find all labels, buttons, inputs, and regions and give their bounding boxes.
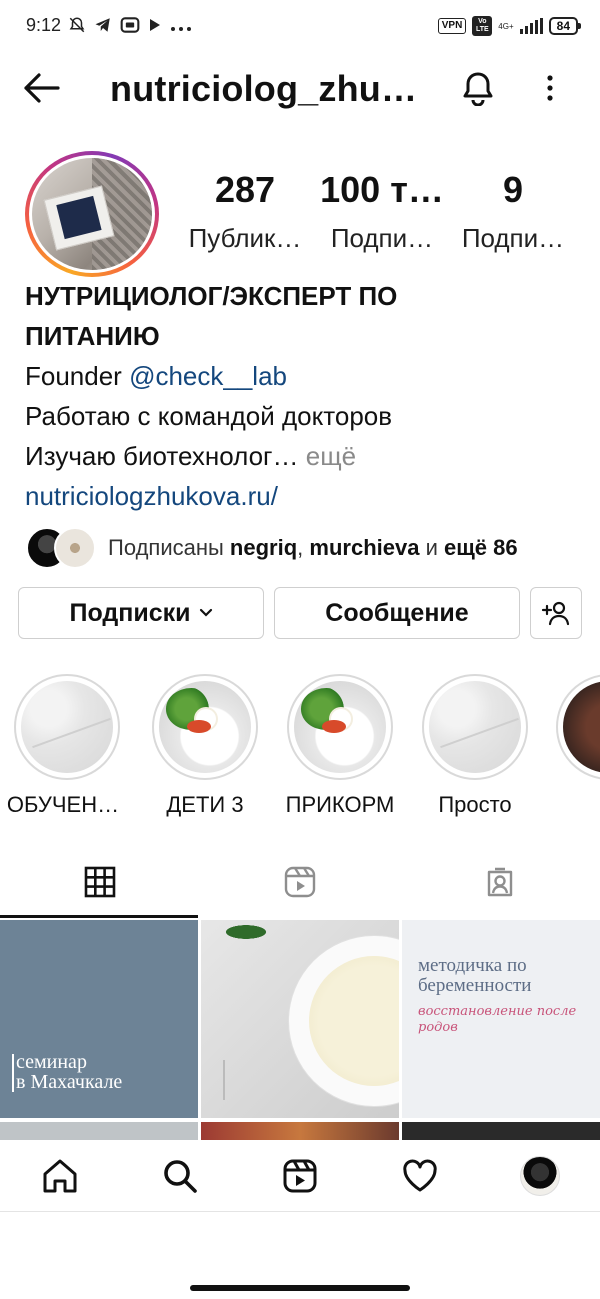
highlight-label: Просто — [438, 792, 512, 817]
signal-icon — [519, 18, 543, 34]
play-icon — [148, 17, 162, 39]
post-title: методичка по беременности — [418, 955, 532, 996]
stat-posts[interactable]: 287 Публик… — [180, 170, 310, 254]
bottom-navigation — [0, 1140, 600, 1212]
following-label: Подпи… — [461, 223, 565, 253]
add-user-icon — [541, 601, 570, 626]
avatar-image — [32, 158, 152, 270]
nav-home[interactable] — [38, 1154, 82, 1198]
notification-icons — [68, 16, 192, 40]
message-button-label: Сообщение — [325, 598, 469, 627]
post-thumbnail[interactable] — [402, 1122, 600, 1140]
profile-name-line1: НУТРИЦИОЛОГ/ЭКСПЕРТ ПО — [25, 281, 398, 311]
profile-header: nutriciolog_zhu… — [0, 56, 600, 120]
posts-grid: семинар в Махачкале методичка по беремен… — [0, 920, 600, 1140]
bio-founder-prefix: Founder — [25, 361, 130, 391]
highlight-label: ОБУЧЕН… — [6, 792, 120, 817]
highlight-item-partial[interactable] — [556, 674, 600, 784]
followed-by-text: Подписаны negriq, murchieva и ещё 86 — [108, 535, 518, 560]
nav-profile[interactable] — [518, 1154, 562, 1198]
nav-search[interactable] — [158, 1154, 202, 1198]
heart-icon — [403, 1159, 437, 1192]
highlight-cover — [563, 681, 600, 773]
mute-icon — [68, 16, 86, 40]
nav-activity[interactable] — [398, 1154, 442, 1198]
tab-posts-grid[interactable] — [0, 846, 200, 918]
reels-icon — [284, 866, 316, 898]
post-caption: семинар в Махачкале — [16, 1051, 123, 1093]
bio-mention-link[interactable]: @check__lab — [129, 361, 287, 391]
profile-username: nutriciolog_zhu… — [110, 68, 418, 109]
post-thumbnail[interactable] — [201, 1122, 399, 1140]
stat-followers[interactable]: 100 т… Подпи… — [317, 170, 447, 254]
profile-avatar-small — [520, 1156, 560, 1196]
profile-stats: 287 Публик… 100 т… Подпи… 9 Подпи… — [180, 170, 580, 260]
vpn-badge: VPN — [437, 18, 467, 34]
grid-icon — [84, 866, 116, 898]
back-button[interactable] — [22, 70, 62, 106]
status-bar: 9:12 VPN Vo LTE 4G+ 84 — [0, 0, 600, 56]
profile-bio: НУТРИЦИОЛОГ/ЭКСПЕРТ ПО ПИТАНИЮ Founder @… — [25, 276, 585, 516]
highlight-item[interactable]: ДЕТИ 3 — [150, 674, 260, 818]
more-options-button[interactable] — [538, 70, 562, 106]
profile-tabs — [0, 846, 600, 918]
post-thumbnail[interactable] — [0, 1122, 198, 1140]
notifications-button[interactable] — [458, 70, 498, 107]
highlight-label: ДЕТИ 3 — [166, 792, 244, 817]
system-icons: VPN Vo LTE 4G+ 84 — [437, 16, 582, 36]
post-thumbnail[interactable] — [201, 920, 399, 1118]
stat-following[interactable]: 9 Подпи… — [453, 170, 573, 254]
tab-reels[interactable] — [200, 846, 400, 918]
highlight-item[interactable]: Просто — [420, 674, 530, 818]
highlight-item[interactable]: ПРИКОРМ — [285, 674, 395, 818]
bio-line-4: Изучаю биотехнолог… ещё — [25, 436, 585, 476]
telegram-icon — [94, 16, 112, 40]
home-icon — [43, 1159, 77, 1193]
network-type: 4G+ — [498, 21, 514, 31]
highlight-cover — [21, 681, 113, 773]
followers-count: 100 т… — [320, 169, 444, 210]
posts-label: Публик… — [188, 223, 302, 253]
app-icon — [120, 16, 140, 40]
tab-tagged[interactable] — [400, 846, 600, 918]
profile-name-line2: ПИТАНИЮ — [25, 321, 160, 351]
highlight-cover — [429, 681, 521, 773]
profile-avatar[interactable] — [25, 151, 159, 277]
post-thumbnail[interactable]: методичка по беременности восстановление… — [402, 920, 600, 1118]
following-button-label: Подписки — [69, 598, 191, 627]
battery-icon: 84 — [548, 17, 582, 35]
post-thumbnail[interactable]: семинар в Махачкале — [0, 920, 198, 1118]
bio-line-4-text: Изучаю биотехнолог… — [25, 441, 299, 471]
highlight-item[interactable]: ОБУЧЕН… — [7, 674, 122, 818]
post-script-text: восстановление после родов — [418, 1004, 577, 1035]
reels-icon — [283, 1159, 317, 1193]
bell-icon — [463, 72, 493, 107]
status-time: 9:12 — [26, 15, 62, 35]
home-indicator[interactable] — [190, 1285, 410, 1291]
highlight-cover — [294, 681, 386, 773]
active-tab-indicator — [0, 915, 198, 918]
highlight-label: ПРИКОРМ — [285, 792, 395, 817]
bio-website-link[interactable]: nutriciologzhukova.ru/ — [25, 476, 585, 516]
bio-more-link[interactable]: ещё — [299, 441, 356, 471]
search-icon — [164, 1160, 197, 1193]
following-button[interactable]: Подписки — [18, 587, 264, 639]
volte-badge: Vo LTE — [472, 16, 493, 36]
chevron-down-icon — [199, 608, 212, 617]
follower-avatar — [54, 527, 96, 569]
following-count: 9 — [502, 169, 524, 210]
nav-reels[interactable] — [278, 1154, 322, 1198]
highlight-cover — [159, 681, 251, 773]
bio-founder-line: Founder @check__lab — [25, 356, 585, 396]
message-button[interactable]: Сообщение — [274, 587, 520, 639]
tagged-icon — [487, 867, 513, 897]
more-notifications-icon — [170, 18, 192, 38]
followed-by[interactable]: Подписаны negriq, murchieva и ещё 86 — [26, 527, 586, 569]
arrow-left-icon — [24, 73, 60, 103]
posts-count: 287 — [214, 169, 276, 210]
more-vertical-icon — [547, 75, 553, 101]
followers-label: Подпи… — [330, 223, 434, 253]
bio-line-3: Работаю с командой докторов — [25, 401, 393, 431]
suggested-users-button[interactable] — [530, 587, 582, 639]
